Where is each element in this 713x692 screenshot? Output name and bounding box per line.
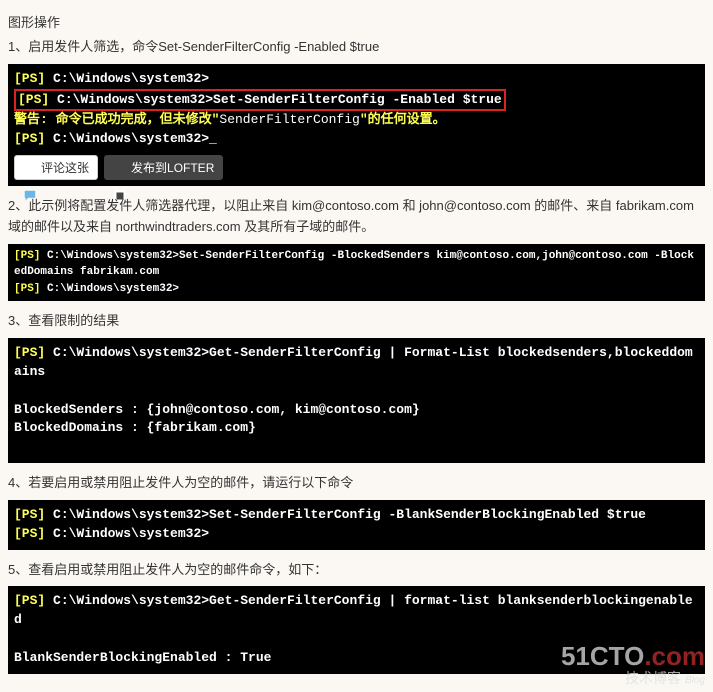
ps-prompt: [PS] bbox=[14, 71, 45, 86]
ps-prompt: [PS] bbox=[14, 283, 40, 295]
warning-object: SenderFilterConfig bbox=[219, 112, 359, 127]
ps-prompt: [PS] bbox=[14, 526, 45, 541]
ps-path: C:\Windows\system32> bbox=[45, 593, 209, 608]
output-line: BlankSenderBlockingEnabled : True bbox=[14, 650, 271, 665]
terminal-3: [PS] C:\Windows\system32>Get-SenderFilte… bbox=[8, 338, 705, 463]
ps-path: C:\Windows\system32> bbox=[45, 526, 209, 541]
ps-path: C:\Windows\system32> bbox=[45, 507, 209, 522]
page-heading: 图形操作 bbox=[8, 12, 705, 31]
highlighted-command: [PS] C:\Windows\system32>Set-SenderFilte… bbox=[14, 89, 506, 112]
ps-path: C:\Windows\system32> bbox=[45, 345, 209, 360]
ps-path: C:\Windows\system32> bbox=[45, 131, 209, 146]
speech-bubble-icon bbox=[23, 161, 37, 175]
step-4-title: 4、若要启用或禁用阻止发件人为空的邮件，请运行以下命令 bbox=[8, 473, 705, 494]
blank-line bbox=[14, 383, 22, 398]
step-5-title: 5、查看启用或禁用阻止发件人为空的邮件命令，如下： bbox=[8, 560, 705, 581]
ps-path: C:\Windows\system32> bbox=[49, 92, 213, 107]
lofter-icon bbox=[113, 161, 127, 175]
terminal-5: [PS] C:\Windows\system32>Get-SenderFilte… bbox=[8, 586, 705, 673]
ps-prompt: [PS] bbox=[14, 131, 45, 146]
output-line: BlockedDomains : {fabrikam.com} bbox=[14, 420, 256, 435]
action-bar: 评论这张 发布到LOFTER bbox=[14, 155, 699, 180]
cursor: _ bbox=[209, 131, 217, 146]
step-1-title: 1、启用发件人筛选，命令Set-SenderFilterConfig -Enab… bbox=[8, 37, 705, 58]
warning-text-2: "的任何设置。 bbox=[360, 112, 446, 127]
ps-prompt: [PS] bbox=[14, 345, 45, 360]
comment-label: 评论这张 bbox=[41, 159, 89, 176]
lofter-label: 发布到LOFTER bbox=[131, 159, 214, 176]
terminal-1: [PS] C:\Windows\system32> [PS] C:\Window… bbox=[8, 64, 705, 186]
ps-prompt: [PS] bbox=[18, 92, 49, 107]
step-3-title: 3、查看限制的结果 bbox=[8, 311, 705, 332]
ps-path: C:\Windows\system32> bbox=[40, 250, 179, 262]
terminal-2: [PS] C:\Windows\system32>Set-SenderFilte… bbox=[8, 244, 705, 302]
blank-line bbox=[14, 439, 22, 454]
blank-line bbox=[14, 631, 22, 646]
ps-prompt: [PS] bbox=[14, 250, 40, 262]
ps-path: C:\Windows\system32> bbox=[40, 283, 179, 295]
terminal-4: [PS] C:\Windows\system32>Set-SenderFilte… bbox=[8, 500, 705, 550]
ps-prompt: [PS] bbox=[14, 593, 45, 608]
command-text: Set-SenderFilterConfig -Enabled $true bbox=[213, 92, 502, 107]
lofter-button[interactable]: 发布到LOFTER bbox=[104, 155, 223, 180]
comment-button[interactable]: 评论这张 bbox=[14, 155, 98, 180]
ps-prompt: [PS] bbox=[14, 507, 45, 522]
warning-text: 警告: 命令已成功完成，但未修改" bbox=[14, 112, 219, 127]
command-text: Set-SenderFilterConfig -BlankSenderBlock… bbox=[209, 507, 646, 522]
ps-path: C:\Windows\system32> bbox=[45, 71, 209, 86]
step-2-title: 2、此示例将配置发件人筛选器代理，以阻止来自 kim@contoso.com 和… bbox=[8, 196, 705, 238]
output-line: BlockedSenders : {john@contoso.com, kim@… bbox=[14, 402, 420, 417]
